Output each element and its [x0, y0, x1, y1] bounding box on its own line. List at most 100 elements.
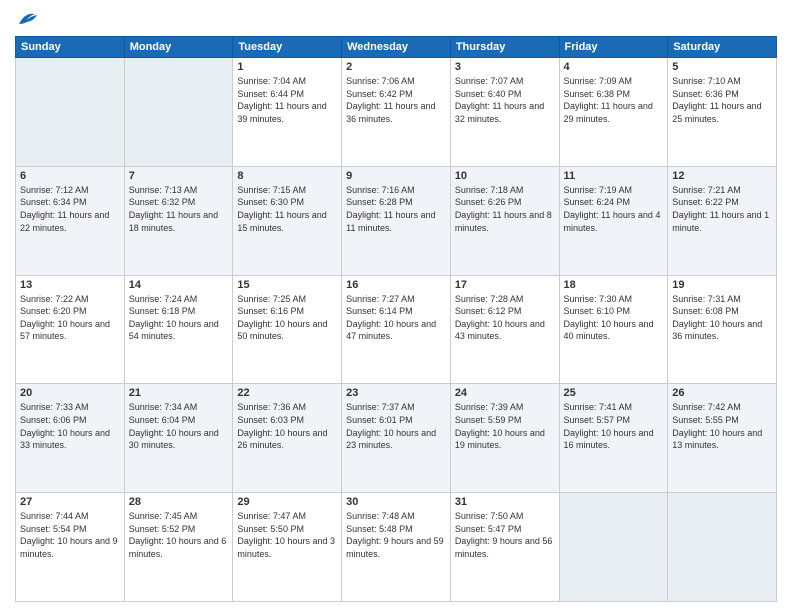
- calendar-cell: [124, 58, 233, 167]
- day-number: 25: [564, 387, 664, 399]
- day-info: Sunrise: 7:18 AM Sunset: 6:26 PM Dayligh…: [455, 184, 555, 234]
- calendar-week-row: 13 Sunrise: 7:22 AM Sunset: 6:20 PM Dayli…: [16, 275, 777, 384]
- calendar-week-row: 1 Sunrise: 7:04 AM Sunset: 6:44 PM Daylig…: [16, 58, 777, 167]
- calendar-table: SundayMondayTuesdayWednesdayThursdayFrid…: [15, 36, 777, 602]
- weekday-header-monday: Monday: [124, 37, 233, 58]
- day-info: Sunrise: 7:19 AM Sunset: 6:24 PM Dayligh…: [564, 184, 664, 234]
- weekday-header-row: SundayMondayTuesdayWednesdayThursdayFrid…: [16, 37, 777, 58]
- calendar-cell: 12 Sunrise: 7:21 AM Sunset: 6:22 PM Dayli…: [668, 166, 777, 275]
- day-number: 11: [564, 170, 664, 182]
- weekday-header-friday: Friday: [559, 37, 668, 58]
- calendar-cell: 16 Sunrise: 7:27 AM Sunset: 6:14 PM Dayli…: [342, 275, 451, 384]
- day-info: Sunrise: 7:48 AM Sunset: 5:48 PM Dayligh…: [346, 510, 446, 560]
- day-info: Sunrise: 7:07 AM Sunset: 6:40 PM Dayligh…: [455, 75, 555, 125]
- day-number: 30: [346, 496, 446, 508]
- day-info: Sunrise: 7:47 AM Sunset: 5:50 PM Dayligh…: [237, 510, 337, 560]
- calendar-cell: 27 Sunrise: 7:44 AM Sunset: 5:54 PM Dayli…: [16, 493, 125, 602]
- calendar-cell: 30 Sunrise: 7:48 AM Sunset: 5:48 PM Dayli…: [342, 493, 451, 602]
- day-number: 13: [20, 279, 120, 291]
- day-info: Sunrise: 7:39 AM Sunset: 5:59 PM Dayligh…: [455, 401, 555, 451]
- calendar-cell: 15 Sunrise: 7:25 AM Sunset: 6:16 PM Dayli…: [233, 275, 342, 384]
- day-number: 1: [237, 61, 337, 73]
- day-number: 21: [129, 387, 229, 399]
- day-info: Sunrise: 7:13 AM Sunset: 6:32 PM Dayligh…: [129, 184, 229, 234]
- day-number: 3: [455, 61, 555, 73]
- calendar-cell: 28Sunrise: 7:45 AM Sunset: 5:52 PM Dayli…: [124, 493, 233, 602]
- weekday-header-tuesday: Tuesday: [233, 37, 342, 58]
- day-number: 16: [346, 279, 446, 291]
- day-number: 9: [346, 170, 446, 182]
- day-number: 20: [20, 387, 120, 399]
- calendar-cell: 24 Sunrise: 7:39 AM Sunset: 5:59 PM Dayli…: [450, 384, 559, 493]
- day-number: 22: [237, 387, 337, 399]
- calendar-cell: 17 Sunrise: 7:28 AM Sunset: 6:12 PM Dayli…: [450, 275, 559, 384]
- day-info: Sunrise: 7:10 AM Sunset: 6:36 PM Dayligh…: [672, 75, 772, 125]
- day-info: Sunrise: 7:21 AM Sunset: 6:22 PM Dayligh…: [672, 184, 772, 234]
- calendar-cell: 11 Sunrise: 7:19 AM Sunset: 6:24 PM Dayli…: [559, 166, 668, 275]
- day-info: Sunrise: 7:33 AM Sunset: 6:06 PM Dayligh…: [20, 401, 120, 451]
- day-info: Sunrise: 7:45 AM Sunset: 5:52 PM Dayligh…: [129, 510, 229, 560]
- day-info: Sunrise: 7:28 AM Sunset: 6:12 PM Dayligh…: [455, 293, 555, 343]
- calendar-cell: 4 Sunrise: 7:09 AM Sunset: 6:38 PM Daylig…: [559, 58, 668, 167]
- calendar-cell: 5 Sunrise: 7:10 AM Sunset: 6:36 PM Daylig…: [668, 58, 777, 167]
- day-number: 10: [455, 170, 555, 182]
- day-info: Sunrise: 7:36 AM Sunset: 6:03 PM Dayligh…: [237, 401, 337, 451]
- day-info: Sunrise: 7:34 AM Sunset: 6:04 PM Dayligh…: [129, 401, 229, 451]
- day-number: 19: [672, 279, 772, 291]
- calendar-week-row: 6 Sunrise: 7:12 AM Sunset: 6:34 PM Daylig…: [16, 166, 777, 275]
- calendar-cell: 31 Sunrise: 7:50 AM Sunset: 5:47 PM Dayli…: [450, 493, 559, 602]
- calendar-cell: [668, 493, 777, 602]
- day-number: 14: [129, 279, 229, 291]
- day-info: Sunrise: 7:30 AM Sunset: 6:10 PM Dayligh…: [564, 293, 664, 343]
- day-number: 17: [455, 279, 555, 291]
- calendar-cell: 3 Sunrise: 7:07 AM Sunset: 6:40 PM Daylig…: [450, 58, 559, 167]
- calendar-cell: 10 Sunrise: 7:18 AM Sunset: 6:26 PM Dayli…: [450, 166, 559, 275]
- calendar-cell: 29 Sunrise: 7:47 AM Sunset: 5:50 PM Dayli…: [233, 493, 342, 602]
- calendar-cell: 9Sunrise: 7:16 AM Sunset: 6:28 PM Daylig…: [342, 166, 451, 275]
- weekday-header-saturday: Saturday: [668, 37, 777, 58]
- day-number: 29: [237, 496, 337, 508]
- weekday-header-thursday: Thursday: [450, 37, 559, 58]
- day-info: Sunrise: 7:22 AM Sunset: 6:20 PM Dayligh…: [20, 293, 120, 343]
- day-info: Sunrise: 7:04 AM Sunset: 6:44 PM Dayligh…: [237, 75, 337, 125]
- calendar-cell: 25Sunrise: 7:41 AM Sunset: 5:57 PM Dayli…: [559, 384, 668, 493]
- calendar-cell: 26Sunrise: 7:42 AM Sunset: 5:55 PM Dayli…: [668, 384, 777, 493]
- calendar-cell: 13 Sunrise: 7:22 AM Sunset: 6:20 PM Dayli…: [16, 275, 125, 384]
- calendar-cell: 6 Sunrise: 7:12 AM Sunset: 6:34 PM Daylig…: [16, 166, 125, 275]
- calendar-cell: 23Sunrise: 7:37 AM Sunset: 6:01 PM Dayli…: [342, 384, 451, 493]
- day-number: 24: [455, 387, 555, 399]
- calendar-cell: [559, 493, 668, 602]
- calendar-cell: 14Sunrise: 7:24 AM Sunset: 6:18 PM Dayli…: [124, 275, 233, 384]
- calendar-cell: 7Sunrise: 7:13 AM Sunset: 6:32 PM Daylig…: [124, 166, 233, 275]
- weekday-header-wednesday: Wednesday: [342, 37, 451, 58]
- day-info: Sunrise: 7:44 AM Sunset: 5:54 PM Dayligh…: [20, 510, 120, 560]
- calendar-cell: [16, 58, 125, 167]
- header: [15, 10, 777, 28]
- calendar-cell: 21 Sunrise: 7:34 AM Sunset: 6:04 PM Dayli…: [124, 384, 233, 493]
- day-info: Sunrise: 7:50 AM Sunset: 5:47 PM Dayligh…: [455, 510, 555, 560]
- calendar-cell: 2Sunrise: 7:06 AM Sunset: 6:42 PM Daylig…: [342, 58, 451, 167]
- calendar-cell: 20 Sunrise: 7:33 AM Sunset: 6:06 PM Dayli…: [16, 384, 125, 493]
- logo: [15, 10, 39, 28]
- day-info: Sunrise: 7:15 AM Sunset: 6:30 PM Dayligh…: [237, 184, 337, 234]
- day-number: 2: [346, 61, 446, 73]
- calendar-cell: 19 Sunrise: 7:31 AM Sunset: 6:08 PM Dayli…: [668, 275, 777, 384]
- day-number: 4: [564, 61, 664, 73]
- day-info: Sunrise: 7:12 AM Sunset: 6:34 PM Dayligh…: [20, 184, 120, 234]
- weekday-header-sunday: Sunday: [16, 37, 125, 58]
- day-number: 5: [672, 61, 772, 73]
- day-number: 18: [564, 279, 664, 291]
- day-info: Sunrise: 7:27 AM Sunset: 6:14 PM Dayligh…: [346, 293, 446, 343]
- calendar-cell: 8Sunrise: 7:15 AM Sunset: 6:30 PM Daylig…: [233, 166, 342, 275]
- day-info: Sunrise: 7:25 AM Sunset: 6:16 PM Dayligh…: [237, 293, 337, 343]
- day-number: 23: [346, 387, 446, 399]
- day-number: 12: [672, 170, 772, 182]
- calendar-cell: 1 Sunrise: 7:04 AM Sunset: 6:44 PM Daylig…: [233, 58, 342, 167]
- logo-bird-icon: [17, 10, 39, 28]
- day-number: 6: [20, 170, 120, 182]
- day-info: Sunrise: 7:31 AM Sunset: 6:08 PM Dayligh…: [672, 293, 772, 343]
- day-number: 31: [455, 496, 555, 508]
- day-info: Sunrise: 7:09 AM Sunset: 6:38 PM Dayligh…: [564, 75, 664, 125]
- day-number: 27: [20, 496, 120, 508]
- day-number: 15: [237, 279, 337, 291]
